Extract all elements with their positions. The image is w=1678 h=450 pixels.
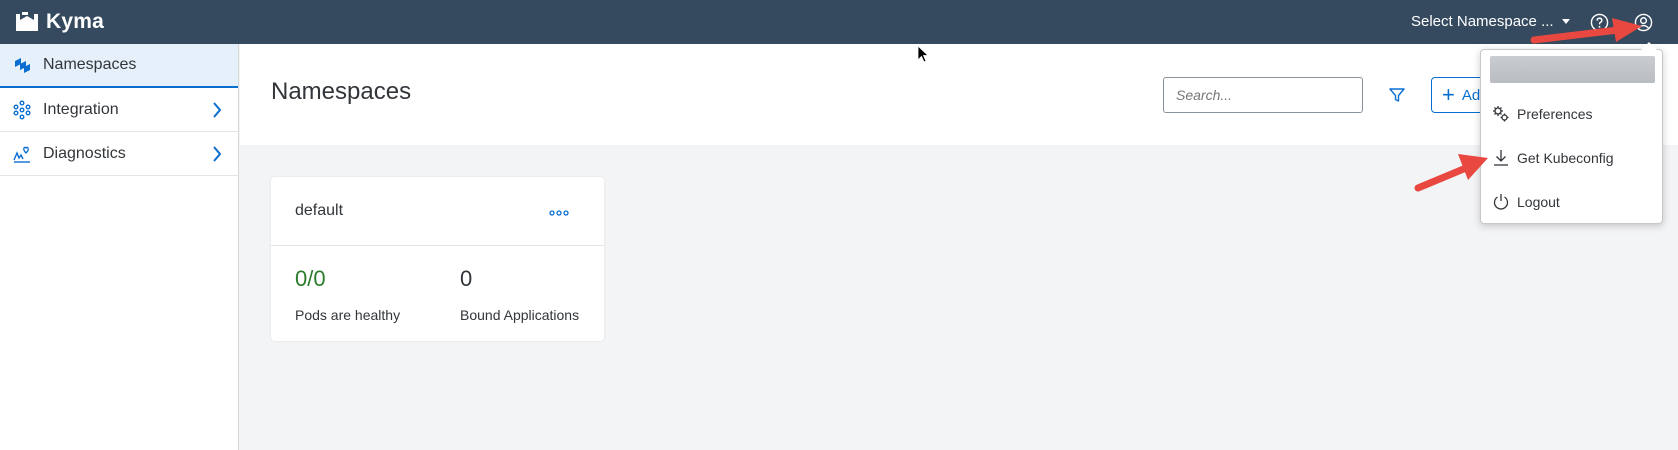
namespaces-icon [15,58,30,73]
sidebar-item-diagnostics[interactable]: Diagnostics [0,132,238,176]
gears-icon [1493,106,1509,122]
caret-down-icon [1561,19,1570,24]
pods-healthy-value: 0/0 [295,266,326,291]
namespace-select[interactable]: Select Namespace ... [1411,13,1570,30]
sidebar-item-label: Namespaces [43,56,137,73]
question-circle-icon[interactable] [1590,13,1609,32]
sidebar-item-label: Integration [43,100,119,118]
menu-item-preferences[interactable]: Preferences [1481,95,1664,133]
menu-item-label: Get Kubeconfig [1517,150,1614,166]
sidebar-item-integration[interactable]: Integration [0,88,238,132]
card-divider [271,245,604,246]
chevron-right-icon[interactable] [212,101,222,119]
namespace-name: default [295,202,344,219]
menu-item-logout[interactable]: Logout [1481,183,1664,221]
sidebar-item-namespaces[interactable]: Namespaces [0,44,238,88]
menu-item-label: Preferences [1517,106,1593,122]
plus-icon: + [1442,82,1455,107]
sidebar-item-label: Diagnostics [43,144,126,162]
annotation-arrow-icon [1414,154,1488,192]
power-icon [1493,194,1509,210]
kyma-logo-icon [16,12,38,31]
pods-healthy-label: Pods are healthy [295,307,401,323]
app-title: Kyma [46,10,104,33]
side-navigation: Namespaces Integration Diagnostics [0,44,239,450]
filter-icon[interactable] [1388,86,1406,104]
menu-item-get-kubeconfig[interactable]: Get Kubeconfig [1481,139,1664,177]
namespace-card[interactable]: default 0/0 0 Pods are healthy Bound App… [271,177,604,341]
menu-item-label: Logout [1517,194,1560,210]
add-button-label: Ad [1461,86,1481,104]
diagnostics-icon [13,146,30,163]
user-menu-popover: Preferences Get Kubeconfig Logout [1480,42,1664,224]
bound-applications-value: 0 [460,266,473,291]
download-icon [1494,150,1508,166]
shell-bar: Kyma Select Namespace ... [0,0,1678,44]
namespace-select-label: Select Namespace ... [1411,13,1554,30]
more-options-icon[interactable] [549,209,569,217]
chevron-right-icon[interactable] [212,145,222,163]
search-input[interactable] [1163,77,1363,113]
user-circle-icon[interactable] [1634,13,1653,32]
page-header: Namespaces + Ad [240,44,1678,145]
user-name-redacted [1490,56,1655,83]
integration-icon [13,100,31,119]
popover-arrow [1641,42,1657,50]
app-logo[interactable]: Kyma [14,10,104,34]
bound-applications-label: Bound Applications [460,307,580,323]
page-title: Namespaces [271,78,412,105]
